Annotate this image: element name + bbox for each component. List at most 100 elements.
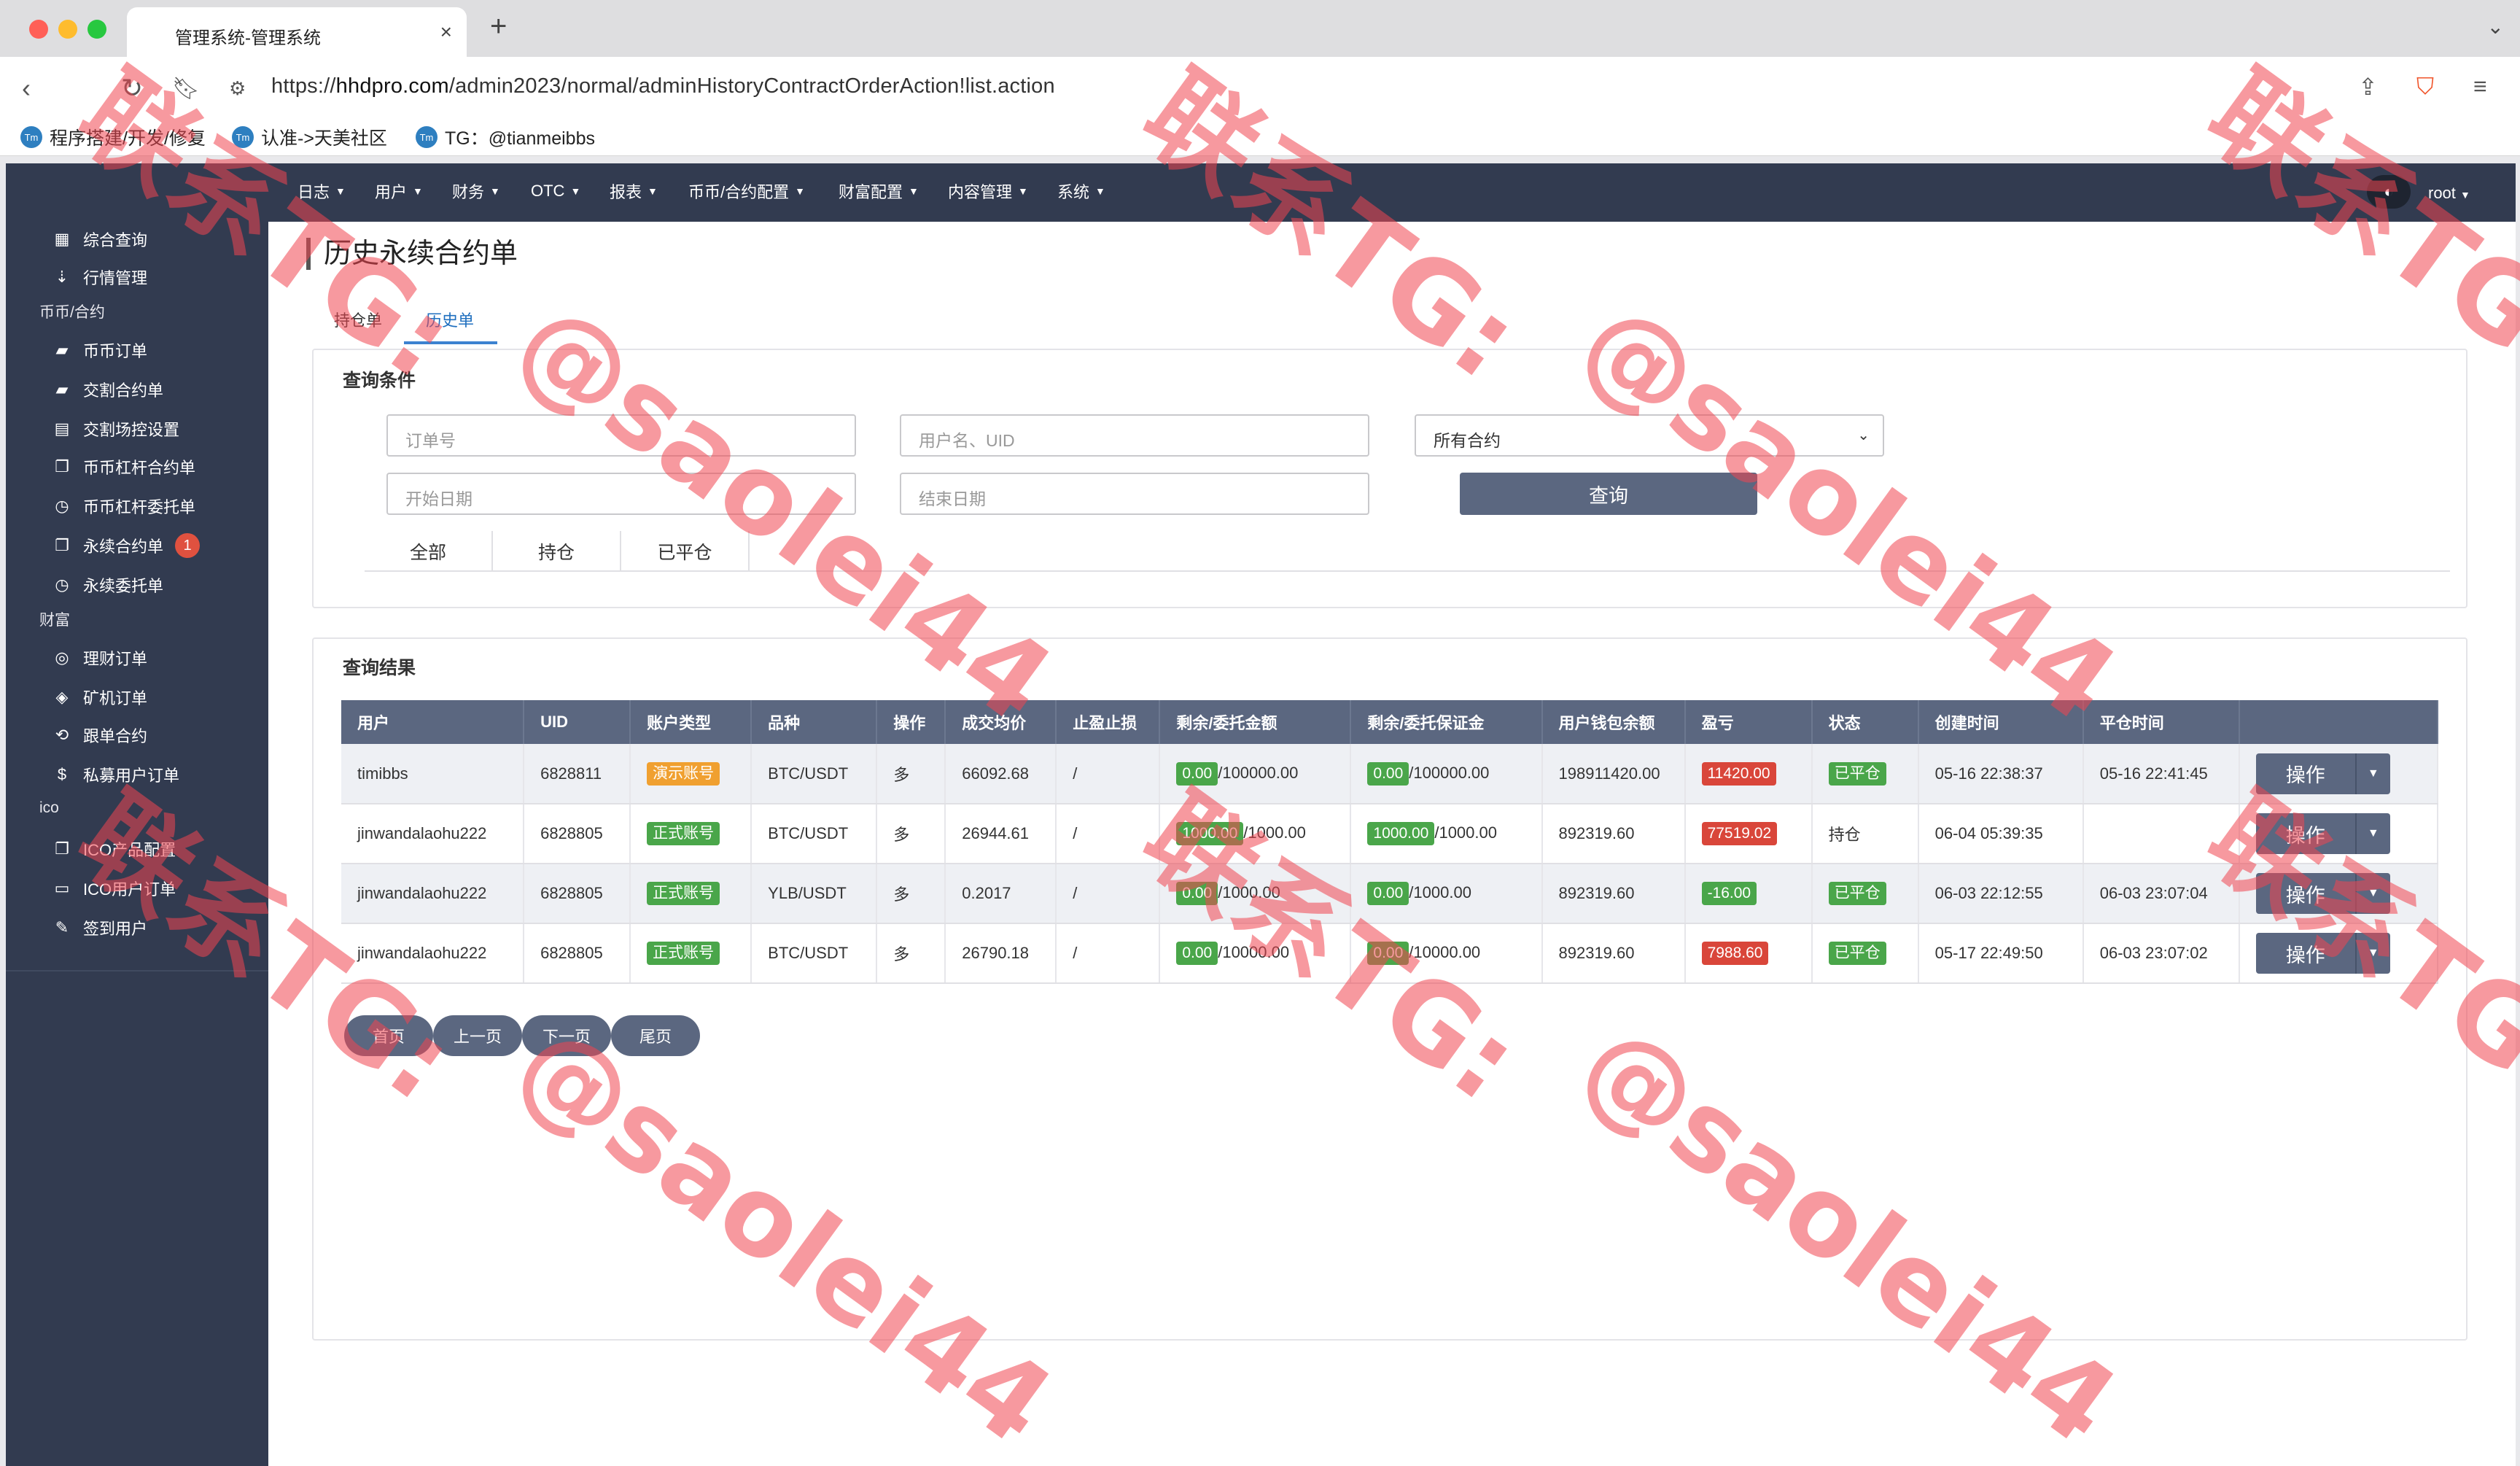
close-window-button[interactable] (29, 20, 48, 39)
contract-select[interactable]: 所有合约 ⌄ (1415, 414, 1884, 457)
url-field[interactable]: https://hhdpro.com/admin2023/normal/admi… (271, 74, 1055, 98)
sidebar-item-perpetual-entrust[interactable]: ◷ 永续委托单 (52, 567, 163, 602)
amount-remaining-badge: 1000.00 (1176, 822, 1244, 845)
dollar-icon: $ (57, 765, 67, 783)
cell-amount: 0.00/10000.00 (1159, 923, 1352, 984)
bookmark-icon[interactable]: 🔖︎ (172, 76, 200, 101)
sidebar-item-checkin-users[interactable]: ✎ 签到用户 (52, 910, 147, 945)
column-header[interactable]: 用户 (341, 700, 525, 744)
nav-item-log[interactable]: 日志 ▼ (298, 175, 346, 207)
column-header[interactable]: UID (524, 700, 631, 744)
column-header[interactable]: 账户类型 (630, 700, 752, 744)
tab-positions[interactable]: 持仓单 (334, 308, 382, 331)
nav-item-content[interactable]: 内容管理 ▼ (948, 175, 1028, 207)
pager-first-button[interactable]: 首页 (344, 1015, 433, 1056)
menu-icon[interactable]: ≡ (2473, 73, 2487, 100)
browser-tab[interactable]: 管理系统-管理系统 × (127, 7, 467, 57)
sidebar-item-leverage-orders[interactable]: ❐ 币币杠杆合约单 (52, 449, 195, 484)
pager-last-button[interactable]: 尾页 (611, 1015, 700, 1056)
headset-icon[interactable]: ◐ (2367, 175, 2411, 209)
column-header[interactable]: 创建时间 (1918, 700, 2084, 744)
amount-total: /100000.00 (1218, 763, 1299, 782)
caret-down-icon[interactable]: ▼ (2354, 813, 2390, 854)
nav-item-finance[interactable]: 财务 ▼ (452, 175, 500, 207)
column-header[interactable]: 用户钱包余额 (1541, 700, 1686, 744)
caret-down-icon[interactable]: ▼ (2354, 873, 2390, 914)
column-header[interactable]: 操作 (876, 700, 946, 744)
monitor-icon: ▭ (54, 879, 70, 897)
nav-item-system[interactable]: 系统 ▼ (1057, 175, 1105, 207)
query-button[interactable]: 查询 (1460, 473, 1757, 515)
start-date-input[interactable]: 开始日期 (386, 473, 856, 515)
bookmark-item[interactable]: Tm 认准->天美社区 (232, 124, 387, 150)
cell-avg-price: 66092.68 (945, 744, 1057, 804)
column-header[interactable]: 品种 (751, 700, 878, 744)
share-icon[interactable]: ⇪ (2358, 73, 2378, 101)
sidebar-item-label: 跟单合约 (83, 727, 148, 745)
action-button[interactable]: 操作 (2255, 873, 2355, 914)
brave-shield-icon[interactable]: ⛉ (2416, 73, 2434, 101)
maximize-window-button[interactable] (88, 20, 106, 39)
filter-tab-closed[interactable]: 已平仓 (621, 531, 750, 572)
caret-down-icon[interactable]: ▼ (2354, 933, 2390, 974)
sidebar-item-leverage-entrust[interactable]: ◷ 币币杠杆委托单 (52, 489, 195, 524)
layers-icon: ◈ (55, 688, 69, 706)
filter-tab-all[interactable]: 全部 (365, 531, 493, 572)
column-header[interactable]: 剩余/委托金额 (1159, 700, 1352, 744)
column-header[interactable]: 状态 (1811, 700, 1919, 744)
cell-actions: 操作 ▼ (2239, 864, 2439, 924)
sidebar-item-private-orders[interactable]: $ 私募用户订单 (52, 757, 179, 792)
nav-item-users[interactable]: 用户 ▼ (375, 175, 423, 207)
column-header[interactable]: 止盈止损 (1056, 700, 1161, 744)
nav-item-reports[interactable]: 报表 ▼ (610, 175, 658, 207)
order-number-input[interactable]: 订单号 (386, 414, 856, 457)
tab-list-chevron-icon[interactable]: ⌄ (2487, 15, 2504, 39)
cell-amount: 0.00/1000.00 (1159, 864, 1352, 924)
sidebar-item-miner-orders[interactable]: ◈ 矿机订单 (52, 680, 147, 715)
column-header[interactable]: 盈亏 (1684, 700, 1813, 744)
action-button[interactable]: 操作 (2255, 813, 2355, 854)
back-arrow-icon[interactable]: ‹ (22, 73, 31, 104)
pager-next-button[interactable]: 下一页 (522, 1015, 611, 1056)
clock-doc-icon: ◷ (55, 575, 69, 594)
sidebar-item-perpetual-orders[interactable]: ❐ 永续合约单 1 (52, 528, 201, 563)
user-search-input[interactable]: 用户名、UID (900, 414, 1369, 457)
end-date-input[interactable]: 结束日期 (900, 473, 1369, 515)
sidebar-item-copy-trade[interactable]: ⟲ 跟单合约 (52, 718, 147, 753)
new-tab-icon[interactable]: + (490, 10, 507, 43)
sidebar-item-ico-config[interactable]: ❐ ICO产品配置 (52, 831, 176, 866)
nav-item-otc[interactable]: OTC ▼ (531, 175, 580, 207)
grid-icon: ▦ (54, 230, 70, 248)
user-menu[interactable]: root ▼ (2428, 184, 2470, 203)
reload-icon[interactable]: ↻ (121, 73, 143, 104)
bookmark-item[interactable]: Tm TG：@tianmeibbs (416, 124, 595, 150)
sidebar-item-overview[interactable]: ▦ 综合查询 (52, 222, 147, 257)
nav-item-label: 内容管理 (948, 183, 1013, 201)
tab-close-icon[interactable]: × (440, 20, 452, 44)
sidebar-item-market[interactable]: ⇣ 行情管理 (52, 260, 147, 295)
tab-history[interactable]: 历史单 (426, 308, 474, 331)
bookmark-item[interactable]: Tm 程序搭建/开发/修复 (20, 124, 206, 150)
cell-user: jinwandalaohu222 (341, 804, 525, 864)
nav-item-coin-config[interactable]: 币币/合约配置 ▼ (688, 175, 805, 207)
sort-icon: ⇣ (55, 268, 69, 286)
main-content: 历史永续合约单 持仓单 历史单 查询条件 订单号 用户名、UID 所有合约 ⌄ … (268, 222, 2516, 1466)
sidebar-item-ico-orders[interactable]: ▭ ICO用户订单 (52, 871, 176, 906)
column-header[interactable]: 平仓时间 (2082, 700, 2240, 744)
nav-item-wealth-config[interactable]: 财富配置 ▼ (839, 175, 919, 207)
cell-created: 05-16 22:38:37 (1918, 744, 2084, 804)
pager-prev-button[interactable]: 上一页 (433, 1015, 522, 1056)
sidebar-item-delivery-control[interactable]: ▤ 交割场控设置 (52, 411, 179, 446)
column-header[interactable]: 剩余/委托保证金 (1350, 700, 1543, 744)
minimize-window-button[interactable] (58, 20, 77, 39)
filter-tab-holding[interactable]: 持仓 (493, 531, 621, 572)
sidebar-item-spot-orders[interactable]: ▰ 币币订单 (52, 333, 147, 368)
url-scheme: https:// (271, 74, 336, 98)
sidebar-item-finance-orders[interactable]: ◎ 理财订单 (52, 640, 147, 675)
sidebar-item-delivery-orders[interactable]: ▰ 交割合约单 (52, 372, 163, 407)
column-header[interactable]: 成交均价 (945, 700, 1057, 744)
action-button[interactable]: 操作 (2255, 753, 2355, 794)
site-settings-icon[interactable]: ⚙ (229, 77, 246, 100)
caret-down-icon[interactable]: ▼ (2354, 753, 2390, 794)
action-button[interactable]: 操作 (2255, 933, 2355, 974)
